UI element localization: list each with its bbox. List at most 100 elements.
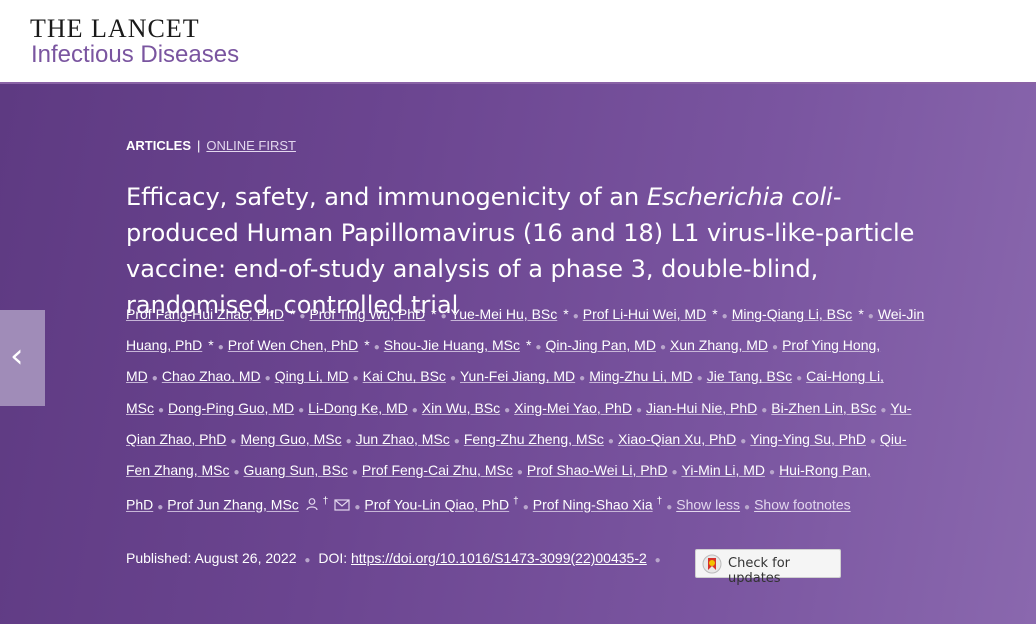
author-link[interactable]: Prof Jun Zhang, MSc <box>167 497 299 513</box>
separator-dot: ● <box>151 373 158 385</box>
title-part1: Efficacy, safety, and immunogenicity of … <box>126 183 647 211</box>
check-for-updates-button[interactable]: Check for updates <box>695 549 841 586</box>
author-link[interactable]: Ming-Zhu Li, MD <box>589 368 692 384</box>
equal-contribution-mark[interactable]: * <box>712 306 717 322</box>
separator-dot: ● <box>354 501 361 513</box>
separator-dot: ● <box>158 404 165 416</box>
article-kicker: ARTICLES | ONLINE FIRST <box>126 138 296 153</box>
article-section[interactable]: ARTICLES <box>126 138 191 153</box>
doi-link[interactable]: https://doi.org/10.1016/S1473-3099(22)00… <box>351 550 647 566</box>
separator-dot: ● <box>740 435 747 447</box>
separator-dot: ● <box>535 342 542 354</box>
author-link[interactable]: Kai Chu, BSc <box>363 368 446 384</box>
equal-contribution-mark[interactable]: * <box>526 337 531 353</box>
check-for-updates-label: Check for updates <box>728 556 790 586</box>
separator-dot: ● <box>299 311 306 322</box>
equal-contribution-mark[interactable]: * <box>858 306 863 322</box>
author-link[interactable]: Dong-Ping Guo, MD <box>168 400 294 416</box>
author-link[interactable]: Prof Ting Wu, PhD <box>309 306 425 322</box>
site-header: THE LANCET Infectious Diseases <box>0 0 1036 84</box>
email-icon[interactable] <box>334 492 350 521</box>
separator-dot: ● <box>522 501 529 513</box>
footnote-dagger[interactable]: † <box>513 496 519 507</box>
separator-dot: ● <box>761 404 768 416</box>
separator-dot: ● <box>867 311 874 322</box>
show-footnotes-link[interactable]: Show footnotes <box>754 497 851 513</box>
author-link[interactable]: Prof Fang-Hui Zhao, PhD <box>126 306 284 322</box>
separator-dot: ● <box>352 373 359 385</box>
footnote-dagger[interactable]: † <box>657 496 663 507</box>
author-link[interactable]: Bi-Zhen Lin, BSc <box>771 400 876 416</box>
author-link[interactable]: Chao Zhao, MD <box>162 368 261 384</box>
author-link[interactable]: Xiao-Qian Xu, PhD <box>618 431 736 447</box>
person-icon[interactable] <box>305 492 319 521</box>
author-link[interactable]: Prof Ning-Shao Xia <box>533 497 653 513</box>
separator-dot: ● <box>721 311 728 322</box>
crossmark-icon <box>702 554 722 574</box>
chevron-left-icon: ‹ <box>10 336 24 376</box>
author-link[interactable]: Qin-Jing Pan, MD <box>545 337 655 353</box>
separator-dot: ● <box>607 435 614 447</box>
separator-dot: ● <box>654 555 661 566</box>
author-link[interactable]: Li-Dong Ke, MD <box>308 400 408 416</box>
author-link[interactable]: Guang Sun, BSc <box>244 462 348 478</box>
author-link[interactable]: Feng-Zhu Zheng, MSc <box>464 431 604 447</box>
separator-dot: ● <box>666 501 673 513</box>
article-hero: ‹ ARTICLES | ONLINE FIRST Efficacy, safety… <box>0 84 1036 624</box>
separator-dot: ● <box>772 342 779 354</box>
separator-dot: ● <box>230 435 237 447</box>
publication-info: Published: August 26, 2022 ● DOI: https:… <box>126 550 665 566</box>
author-link[interactable]: Prof Shao-Wei Li, PhD <box>527 462 668 478</box>
footnote-dagger[interactable]: † <box>323 496 329 507</box>
author-link[interactable]: Prof Wen Chen, PhD <box>228 337 358 353</box>
equal-contribution-mark[interactable]: * <box>431 306 436 322</box>
separator-dot: ● <box>217 342 224 354</box>
separator-dot: ● <box>345 435 352 447</box>
separator-dot: ● <box>696 373 703 385</box>
author-link[interactable]: Xin Wu, BSc <box>422 400 500 416</box>
journal-logo-line2[interactable]: Infectious Diseases <box>31 41 239 69</box>
published-label: Published: <box>126 550 192 566</box>
author-link[interactable]: Prof Feng-Cai Zhu, MSc <box>362 462 513 478</box>
title-italic: Escherichia coli <box>646 183 833 211</box>
equal-contribution-mark[interactable]: * <box>208 337 213 353</box>
separator-dot: ● <box>870 435 877 447</box>
separator-dot: ● <box>453 435 460 447</box>
separator-dot: ● <box>440 311 447 322</box>
show-less-link[interactable]: Show less <box>676 497 740 513</box>
author-link[interactable]: Meng Guo, MSc <box>240 431 341 447</box>
equal-contribution-mark[interactable]: * <box>364 337 369 353</box>
author-link[interactable]: Yi-Min Li, MD <box>682 462 766 478</box>
separator-dot: ● <box>769 467 776 479</box>
author-link[interactable]: Ying-Ying Su, PhD <box>750 431 866 447</box>
author-link[interactable]: Xing-Mei Yao, PhD <box>514 400 632 416</box>
author-link[interactable]: Qing Li, MD <box>275 368 349 384</box>
author-link[interactable]: Xun Zhang, MD <box>670 337 768 353</box>
separator-dot: ● <box>157 501 164 513</box>
equal-contribution-mark[interactable]: * <box>563 306 568 322</box>
separator-dot: ● <box>744 501 751 513</box>
author-link[interactable]: Jun Zhao, MSc <box>356 431 450 447</box>
separator-dot: ● <box>671 467 678 479</box>
separator-dot: ● <box>449 373 456 385</box>
separator-dot: ● <box>635 404 642 416</box>
doi-label: DOI: <box>318 550 348 566</box>
separator-dot: ● <box>572 311 579 322</box>
separator-dot: ● <box>516 467 523 479</box>
separator-dot: ● <box>411 404 418 416</box>
previous-article-button[interactable]: ‹ <box>0 310 45 406</box>
equal-contribution-mark[interactable]: * <box>290 306 295 322</box>
author-link[interactable]: Ming-Qiang Li, BSc <box>732 306 853 322</box>
author-link[interactable]: Shou-Jie Huang, MSc <box>384 337 520 353</box>
author-link[interactable]: Jie Tang, BSc <box>707 368 792 384</box>
author-link[interactable]: Prof You-Lin Qiao, PhD <box>364 497 509 513</box>
author-link[interactable]: Prof Li-Hui Wei, MD <box>583 306 706 322</box>
author-link[interactable]: Yue-Mei Hu, BSc <box>451 306 558 322</box>
separator-dot: ● <box>659 342 666 354</box>
author-link[interactable]: Yun-Fei Jiang, MD <box>460 368 575 384</box>
journal-logo-line1[interactable]: THE LANCET <box>30 14 200 44</box>
separator-dot: ● <box>298 404 305 416</box>
online-first-link[interactable]: ONLINE FIRST <box>206 138 296 153</box>
author-link[interactable]: Jian-Hui Nie, PhD <box>646 400 757 416</box>
separator-dot: ● <box>579 373 586 385</box>
